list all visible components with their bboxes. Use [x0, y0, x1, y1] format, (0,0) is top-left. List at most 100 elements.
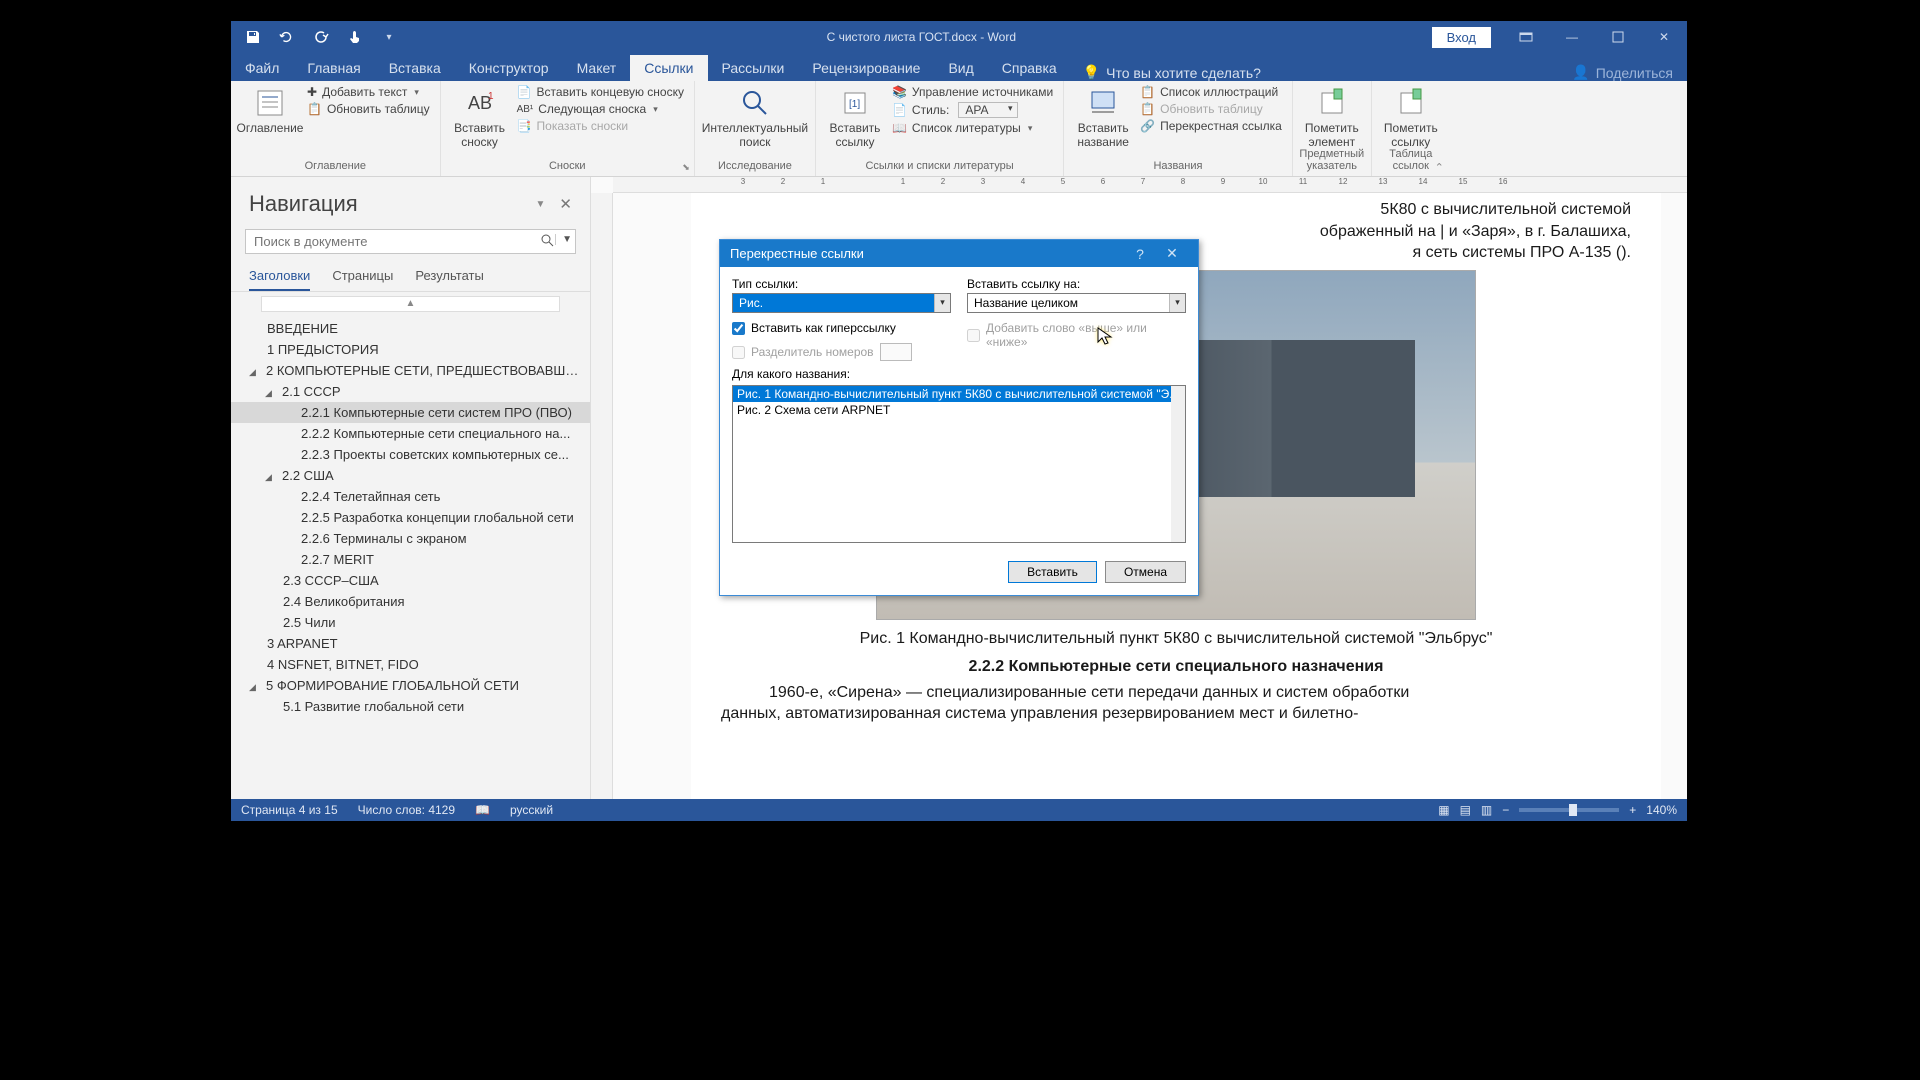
list-item[interactable]: Рис. 2 Схема сети ARPNET — [733, 402, 1185, 418]
next-footnote-button[interactable]: AB¹Следующая сноска — [517, 102, 684, 116]
chevron-down-icon[interactable]: ▾ — [934, 294, 950, 312]
tab-layout[interactable]: Макет — [563, 55, 631, 81]
tab-file[interactable]: Файл — [231, 55, 293, 81]
nav-node[interactable]: 2.2.2 Компьютерные сети специального на.… — [231, 423, 590, 444]
tab-references[interactable]: Ссылки — [630, 55, 707, 81]
web-layout-icon[interactable]: ▥ — [1481, 803, 1492, 817]
read-mode-icon[interactable]: ▦ — [1438, 803, 1449, 817]
nav-node[interactable]: 3 ARPANET — [231, 633, 590, 654]
tab-review[interactable]: Рецензирование — [798, 55, 934, 81]
cross-reference-button[interactable]: 🔗Перекрестная ссылка — [1140, 119, 1282, 133]
zoom-slider[interactable] — [1519, 808, 1619, 812]
nav-node[interactable]: 2.2.4 Телетайпная сеть — [231, 486, 590, 507]
nav-node[interactable]: 2.2.3 Проекты советских компьютерных се.… — [231, 444, 590, 465]
login-button[interactable]: Вход — [1432, 27, 1491, 48]
qat-customize-icon[interactable]: ▾ — [381, 29, 397, 45]
nav-node[interactable]: 2.4 Великобритания — [231, 591, 590, 612]
nav-node[interactable]: 2.2.1 Компьютерные сети систем ПРО (ПВО) — [231, 402, 590, 423]
nav-node[interactable]: ◢2 КОМПЬЮТЕРНЫЕ СЕТИ, ПРЕДШЕСТВОВАВШИЕ..… — [231, 360, 590, 381]
nav-search[interactable]: ▼ — [245, 229, 576, 254]
touch-icon[interactable] — [347, 29, 363, 45]
tab-insert[interactable]: Вставка — [375, 55, 455, 81]
cancel-button[interactable]: Отмена — [1105, 561, 1186, 583]
insert-as-hyperlink-checkbox[interactable]: Вставить как гиперссылку — [732, 321, 951, 335]
ribbon-display-icon[interactable] — [1503, 21, 1549, 53]
undo-icon[interactable] — [279, 29, 295, 45]
share-button[interactable]: 👤 Поделиться — [1558, 64, 1687, 81]
nav-node[interactable]: ◢5 ФОРМИРОВАНИЕ ГЛОБАЛЬНОЙ СЕТИ — [231, 675, 590, 696]
collapse-ribbon-icon[interactable]: ⌃ — [1435, 161, 1444, 174]
add-text-button[interactable]: ✚Добавить текст — [307, 85, 430, 99]
nav-node[interactable]: 2.2.7 MERIT — [231, 549, 590, 570]
nav-node[interactable]: 2.3 СССР–США — [231, 570, 590, 591]
nav-node[interactable]: 1 ПРЕДЫСТОРИЯ — [231, 339, 590, 360]
nav-tab-pages[interactable]: Страницы — [332, 262, 393, 291]
repeat-icon[interactable] — [313, 29, 329, 45]
insert-endnote-button[interactable]: 📄Вставить концевую сноску — [517, 85, 684, 99]
caption-listbox[interactable]: Рис. 1 Командно-вычислительный пункт 5К8… — [732, 385, 1186, 543]
nav-node[interactable]: ◢2.2 США — [231, 465, 590, 486]
nav-node[interactable]: 5.1 Развитие глобальной сети — [231, 696, 590, 717]
minimize-icon[interactable]: — — [1549, 21, 1595, 53]
update-toc-button[interactable]: 📋Обновить таблицу — [307, 102, 430, 116]
table-of-figures-button[interactable]: 📋Список иллюстраций — [1140, 85, 1282, 99]
insert-caption-button[interactable]: Вставить название — [1074, 85, 1132, 149]
nav-tab-results[interactable]: Результаты — [415, 262, 483, 291]
scrollbar[interactable] — [1171, 386, 1185, 542]
zoom-in-icon[interactable]: + — [1629, 803, 1636, 817]
save-icon[interactable] — [245, 29, 261, 45]
tab-design[interactable]: Конструктор — [455, 55, 563, 81]
style-value[interactable]: APA▾ — [958, 102, 1017, 118]
goto-top-button[interactable]: ▲ — [261, 296, 560, 312]
close-icon[interactable]: ✕ — [1641, 21, 1687, 53]
smart-lookup-button[interactable]: Интеллектуальный поиск — [705, 85, 805, 149]
search-options-icon[interactable]: ▼ — [555, 234, 572, 245]
bibliography-button[interactable]: 📖Список литературы — [892, 121, 1053, 135]
expander-icon[interactable]: ◢ — [249, 682, 261, 693]
proofing-icon[interactable]: 📖 — [475, 803, 490, 817]
manage-sources-button[interactable]: 📚Управление источниками — [892, 85, 1053, 99]
tab-home[interactable]: Главная — [293, 55, 374, 81]
tell-me[interactable]: 💡 Что вы хотите сделать? — [1071, 64, 1273, 81]
nav-node[interactable]: 2.2.5 Разработка концепции глобальной се… — [231, 507, 590, 528]
nav-node[interactable]: 2.5 Чили — [231, 612, 590, 633]
mark-citation-button[interactable]: Пометить ссылку — [1382, 85, 1440, 149]
nav-node[interactable]: ВВЕДЕНИЕ — [231, 318, 590, 339]
tab-view[interactable]: Вид — [934, 55, 987, 81]
toc-button[interactable]: Оглавление — [241, 85, 299, 135]
zoom-out-icon[interactable]: − — [1502, 803, 1509, 817]
chevron-down-icon[interactable]: ▾ — [1169, 294, 1185, 312]
close-icon[interactable]: ✕ — [1156, 245, 1188, 262]
search-input[interactable] — [245, 229, 576, 254]
nav-tab-headings[interactable]: Заголовки — [249, 262, 310, 291]
status-bar: Страница 4 из 15 Число слов: 4129 📖 русс… — [231, 799, 1687, 821]
insert-citation-button[interactable]: [1] Вставить ссылку — [826, 85, 884, 149]
style-combo[interactable]: 📄Стиль: APA▾ — [892, 102, 1053, 118]
expander-icon[interactable]: ◢ — [265, 388, 277, 399]
mark-entry-button[interactable]: Пометить элемент — [1303, 85, 1361, 149]
nav-node[interactable]: ◢2.1 СССР — [231, 381, 590, 402]
status-page[interactable]: Страница 4 из 15 — [241, 803, 338, 817]
checkbox[interactable] — [732, 322, 745, 335]
print-layout-icon[interactable]: ▤ — [1460, 803, 1471, 817]
chevron-down-icon[interactable]: ▼ — [536, 199, 546, 210]
status-lang[interactable]: русский — [510, 803, 553, 817]
list-item[interactable]: Рис. 1 Командно-вычислительный пункт 5К8… — [733, 386, 1185, 402]
search-icon[interactable] — [540, 233, 554, 252]
insert-button[interactable]: Вставить — [1008, 561, 1097, 583]
zoom-level[interactable]: 140% — [1646, 803, 1677, 817]
expander-icon[interactable]: ◢ — [265, 472, 277, 483]
tab-mailings[interactable]: Рассылки — [708, 55, 799, 81]
close-icon[interactable]: ✕ — [559, 195, 572, 213]
tab-help[interactable]: Справка — [988, 55, 1071, 81]
nav-node[interactable]: 4 NSFNET, BITNET, FIDO — [231, 654, 590, 675]
insert-reference-to-combo[interactable]: Название целиком ▾ — [967, 293, 1186, 313]
status-words[interactable]: Число слов: 4129 — [358, 803, 455, 817]
expander-icon[interactable]: ◢ — [249, 367, 261, 378]
nav-node[interactable]: 2.2.6 Терминалы с экраном — [231, 528, 590, 549]
maximize-icon[interactable] — [1595, 21, 1641, 53]
reference-type-combo[interactable]: Рис. ▾ — [732, 293, 951, 313]
help-icon[interactable]: ? — [1124, 246, 1156, 262]
insert-footnote-button[interactable]: AB1 Вставить сноску — [451, 85, 509, 149]
dialog-launcher-icon[interactable]: ⬊ — [680, 162, 692, 174]
